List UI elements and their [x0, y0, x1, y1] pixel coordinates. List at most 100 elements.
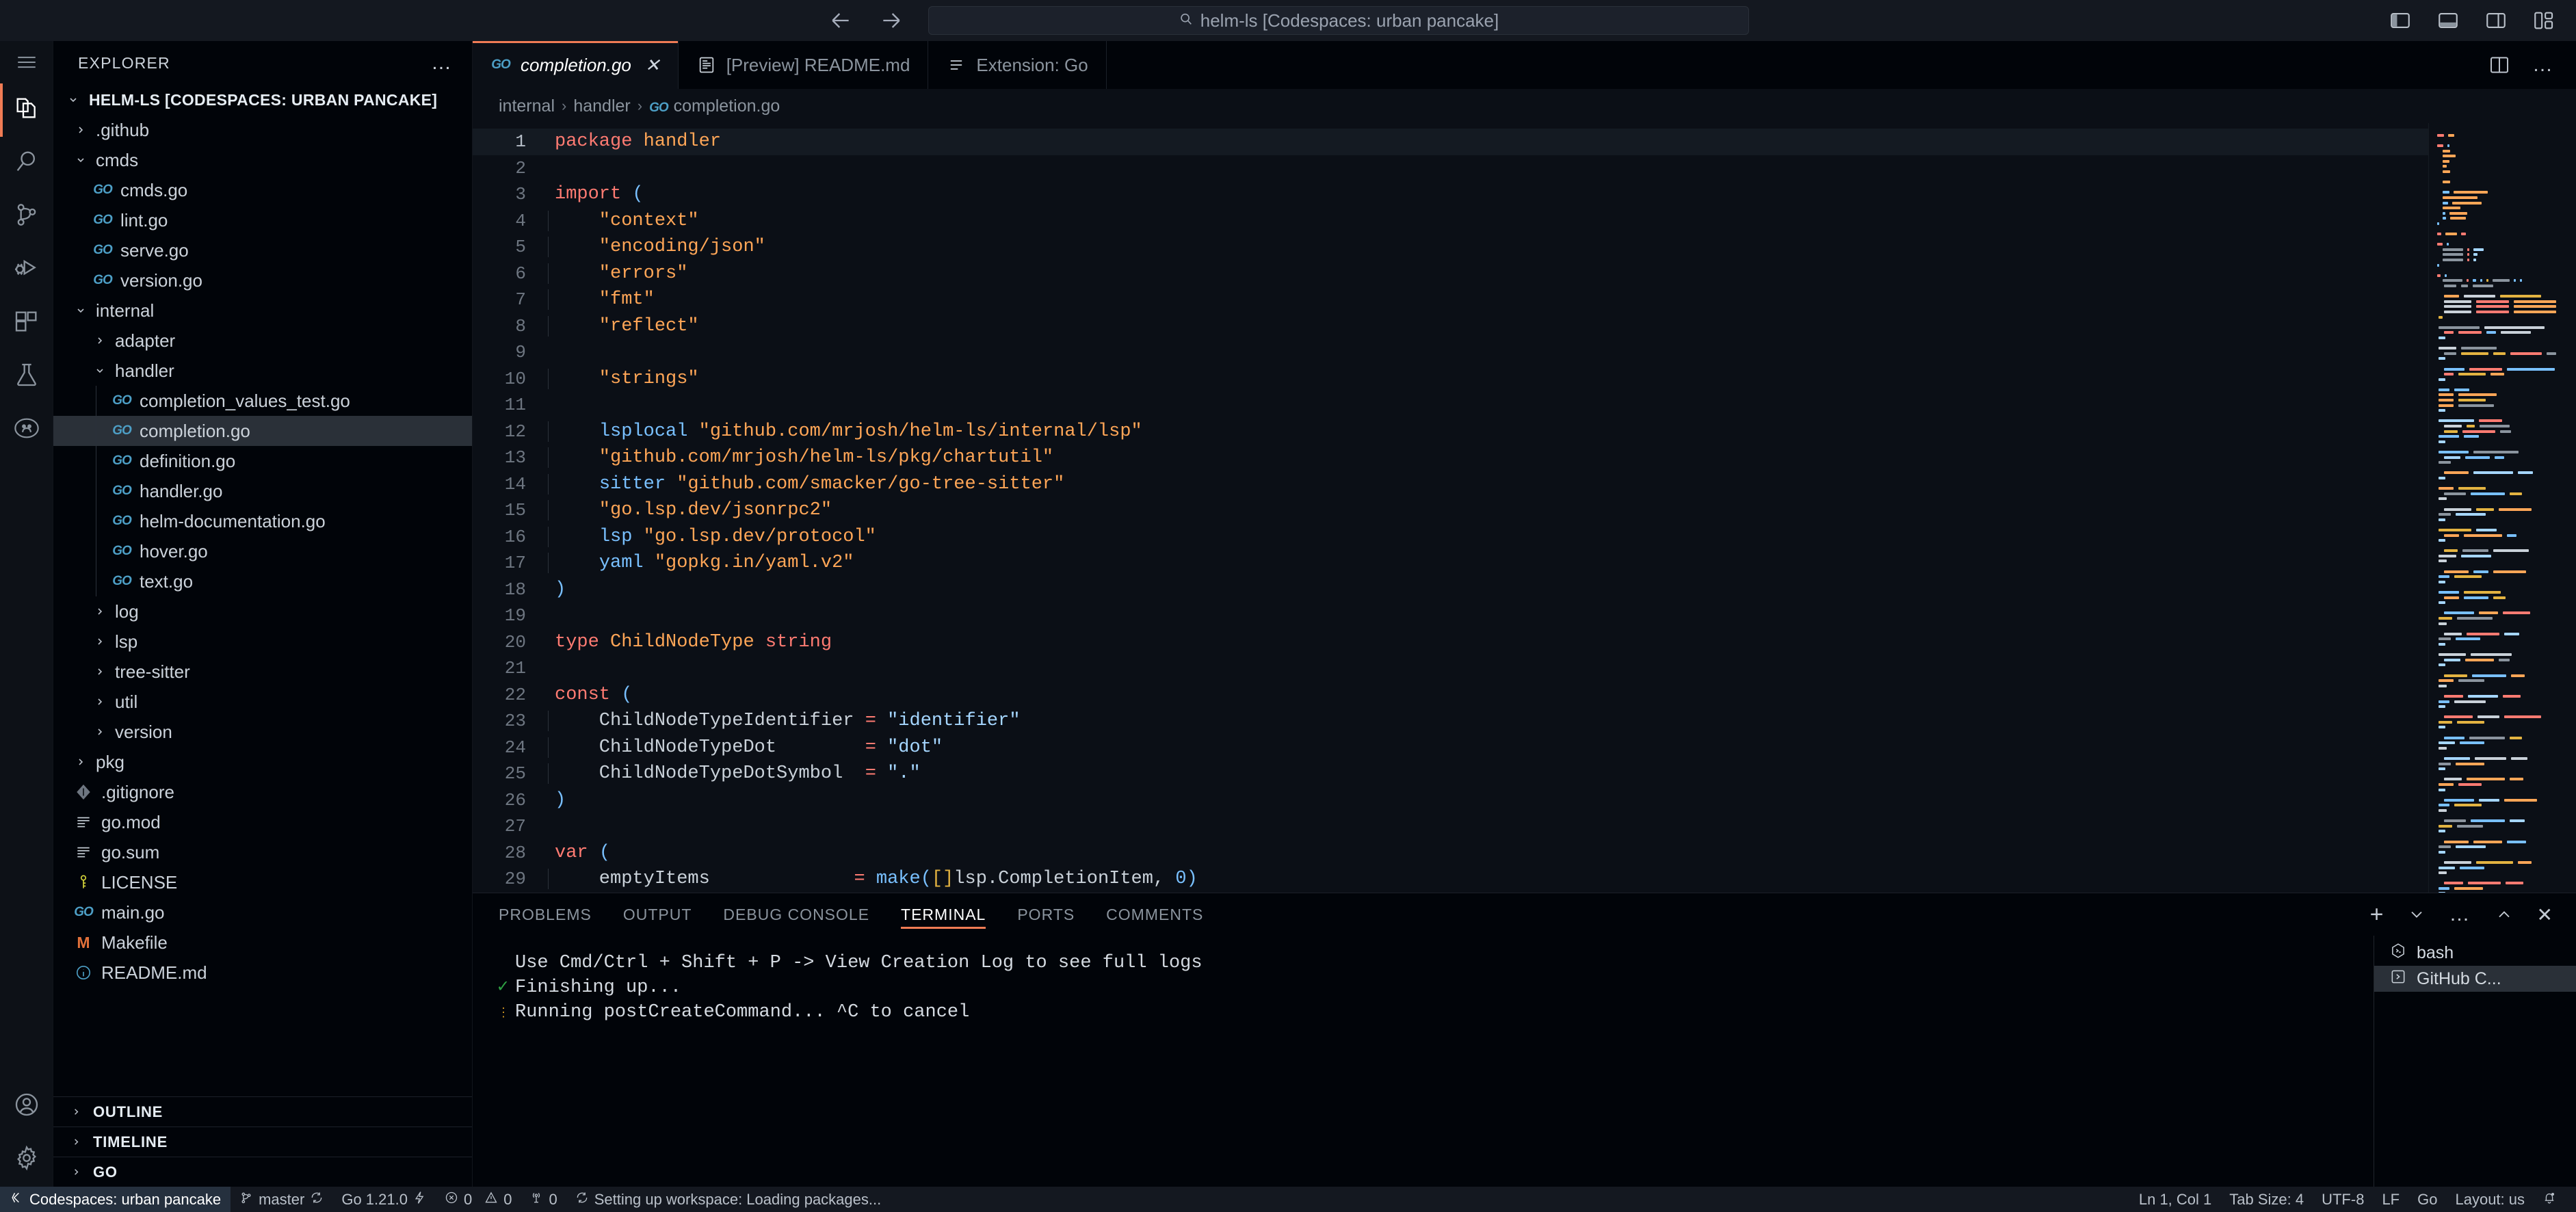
code-line[interactable]: 15 "go.lsp.dev/jsonrpc2"	[473, 497, 2429, 524]
status-remote-indicator[interactable]: Codespaces: urban pancake	[0, 1187, 231, 1212]
code-line[interactable]: 19	[473, 603, 2429, 629]
arrow-left-icon[interactable]	[827, 7, 854, 34]
code-line[interactable]: 14 sitter "github.com/smacker/go-tree-si…	[473, 471, 2429, 498]
code-line[interactable]: 1 package handler	[473, 129, 2429, 155]
panel-tab-output[interactable]: OUTPUT	[623, 893, 692, 936]
code-line[interactable]: 25 ChildNodeTypeDotSymbol = "."	[473, 761, 2429, 787]
status-tab-size[interactable]: Tab Size: 4	[2220, 1187, 2313, 1212]
chevron-up-icon[interactable]	[2495, 905, 2514, 924]
code-line[interactable]: 13 "github.com/mrjosh/helm-ls/pkg/chartu…	[473, 445, 2429, 471]
code-editor[interactable]: 1 package handler 2 3 import (4 "context" 5 "…	[473, 123, 2429, 893]
sidebar-item-testing[interactable]	[0, 350, 53, 404]
code-line[interactable]: 28 var (	[473, 840, 2429, 867]
status-branch[interactable]: master	[231, 1187, 332, 1212]
code-line[interactable]: 4 "context"	[473, 208, 2429, 235]
code-line[interactable]: 3 import (	[473, 181, 2429, 208]
sidebar-item-github[interactable]	[0, 404, 53, 457]
panel-tab-comments[interactable]: COMMENTS	[1106, 893, 1203, 936]
editor-more-actions-icon[interactable]: …	[2532, 55, 2554, 75]
editor-tab-preview-readme-md[interactable]: [Preview] README.md	[678, 41, 929, 89]
toggle-secondary-sidebar-icon[interactable]	[2484, 9, 2508, 32]
tree-file-serve-go[interactable]: GO serve.go	[53, 235, 472, 265]
code-line[interactable]: 27	[473, 813, 2429, 840]
accounts-button[interactable]	[0, 1080, 53, 1133]
panel-tab-problems[interactable]: PROBLEMS	[499, 893, 592, 936]
terminal-instance-github-c[interactable]: GitHub C...	[2374, 966, 2576, 992]
tree-folder-version[interactable]: version	[53, 717, 472, 747]
section-go[interactable]: GO	[53, 1157, 472, 1187]
breadcrumb[interactable]: internal › handler › GO completion.go	[473, 89, 2576, 123]
file-tree[interactable]: HELM-LS [CODESPACES: URBAN PANCAKE] .git…	[53, 85, 472, 1096]
tree-file-text-go[interactable]: GO text.go	[53, 566, 472, 596]
code-line[interactable]: 12 lsplocal "github.com/mrjosh/helm-ls/i…	[473, 419, 2429, 445]
code-line[interactable]: 10 "strings"	[473, 366, 2429, 393]
tree-file-handler-go[interactable]: GO handler.go	[53, 476, 472, 506]
sidebar-item-run-and-debug[interactable]	[0, 243, 53, 297]
editor-tab-completion-go[interactable]: GO completion.go ✕	[473, 41, 679, 89]
split-editor-icon[interactable]	[2488, 54, 2510, 76]
sidebar-item-source-control[interactable]	[0, 190, 53, 243]
terminal-instance-list[interactable]: bash GitHub C...	[2374, 936, 2576, 1187]
status-ports[interactable]: 0	[521, 1187, 566, 1212]
tree-file-completion-go[interactable]: GO completion.go	[53, 416, 472, 446]
tree-file-helm-documentation-go[interactable]: GO helm-documentation.go	[53, 506, 472, 536]
section-outline[interactable]: OUTLINE	[53, 1096, 472, 1127]
code-line[interactable]: 8 "reflect"	[473, 313, 2429, 340]
status-keyboard-layout[interactable]: Layout: us	[2446, 1187, 2534, 1212]
code-line[interactable]: 21	[473, 655, 2429, 682]
close-icon[interactable]: ✕	[2537, 904, 2553, 926]
breadcrumb-item-handler[interactable]: handler	[573, 96, 630, 116]
panel-tab-ports[interactable]: PORTS	[1017, 893, 1075, 936]
status-go-version[interactable]: Go 1.21.0	[332, 1187, 436, 1212]
tree-folder-util[interactable]: util	[53, 687, 472, 717]
tree-file-completion-values-test-go[interactable]: GO completion_values_test.go	[53, 386, 472, 416]
workspace-root-row[interactable]: HELM-LS [CODESPACES: URBAN PANCAKE]	[53, 85, 472, 115]
tree-folder-lsp[interactable]: lsp	[53, 627, 472, 657]
code-line[interactable]: 5 "encoding/json"	[473, 234, 2429, 261]
hamburger-icon[interactable]	[0, 41, 53, 83]
tree-file-go-mod[interactable]: go.mod	[53, 807, 472, 837]
tree-folder-tree-sitter[interactable]: tree-sitter	[53, 657, 472, 687]
code-line[interactable]: 23 ChildNodeTypeIdentifier = "identifier…	[473, 708, 2429, 735]
status-encoding[interactable]: UTF-8	[2313, 1187, 2373, 1212]
section-timeline[interactable]: TIMELINE	[53, 1127, 472, 1157]
tree-file-hover-go[interactable]: GO hover.go	[53, 536, 472, 566]
panel-more-actions-icon[interactable]: …	[2449, 904, 2471, 925]
tree-file-readme-md[interactable]: README.md	[53, 958, 472, 988]
status-workspace-progress[interactable]: Setting up workspace: Loading packages..…	[566, 1187, 891, 1212]
tree-folder-pkg[interactable]: pkg	[53, 747, 472, 777]
tree-folder--github[interactable]: .github	[53, 115, 472, 145]
chevron-down-icon[interactable]	[2407, 905, 2426, 924]
tree-file-lint-go[interactable]: GO lint.go	[53, 205, 472, 235]
tree-file-cmds-go[interactable]: GO cmds.go	[53, 175, 472, 205]
code-line[interactable]: 22 const (	[473, 682, 2429, 709]
plus-icon[interactable]: +	[2370, 902, 2384, 926]
tree-file--gitignore[interactable]: .gitignore	[53, 777, 472, 807]
settings-button[interactable]	[0, 1133, 53, 1187]
editor-tab-extension-go[interactable]: Extension: Go	[928, 41, 1107, 89]
sidebar-more-actions-icon[interactable]: …	[431, 53, 453, 73]
code-line[interactable]: 26)	[473, 787, 2429, 814]
close-icon[interactable]: ✕	[645, 55, 660, 76]
tree-file-definition-go[interactable]: GO definition.go	[53, 446, 472, 476]
terminal-output[interactable]: Use Cmd/Ctrl + Shift + P -> View Creatio…	[473, 936, 2374, 1187]
code-line[interactable]: 6 "errors"	[473, 261, 2429, 287]
arrow-right-icon[interactable]	[878, 7, 905, 34]
code-line[interactable]: 16 lsp "go.lsp.dev/protocol"	[473, 524, 2429, 551]
status-notifications[interactable]	[2534, 1187, 2565, 1212]
tree-folder-cmds[interactable]: cmds	[53, 145, 472, 175]
code-line[interactable]: 20 type ChildNodeType string	[473, 629, 2429, 656]
code-line[interactable]: 24 ChildNodeTypeDot = "dot"	[473, 735, 2429, 761]
breadcrumb-item-file[interactable]: GO completion.go	[649, 96, 780, 116]
tree-file-version-go[interactable]: GO version.go	[53, 265, 472, 295]
toggle-panel-icon[interactable]	[2436, 9, 2460, 32]
code-line[interactable]: 29 emptyItems = make([]lsp.CompletionIte…	[473, 866, 2429, 893]
tree-folder-adapter[interactable]: adapter	[53, 326, 472, 356]
tree-file-license[interactable]: LICENSE	[53, 867, 472, 897]
sidebar-item-search[interactable]	[0, 137, 53, 190]
command-center-search[interactable]: helm-ls [Codespaces: urban pancake]	[928, 6, 1749, 35]
panel-tab-debug-console[interactable]: DEBUG CONSOLE	[723, 893, 869, 936]
code-line[interactable]: 11	[473, 392, 2429, 419]
code-line[interactable]: 9	[473, 339, 2429, 366]
tree-folder-log[interactable]: log	[53, 596, 472, 627]
